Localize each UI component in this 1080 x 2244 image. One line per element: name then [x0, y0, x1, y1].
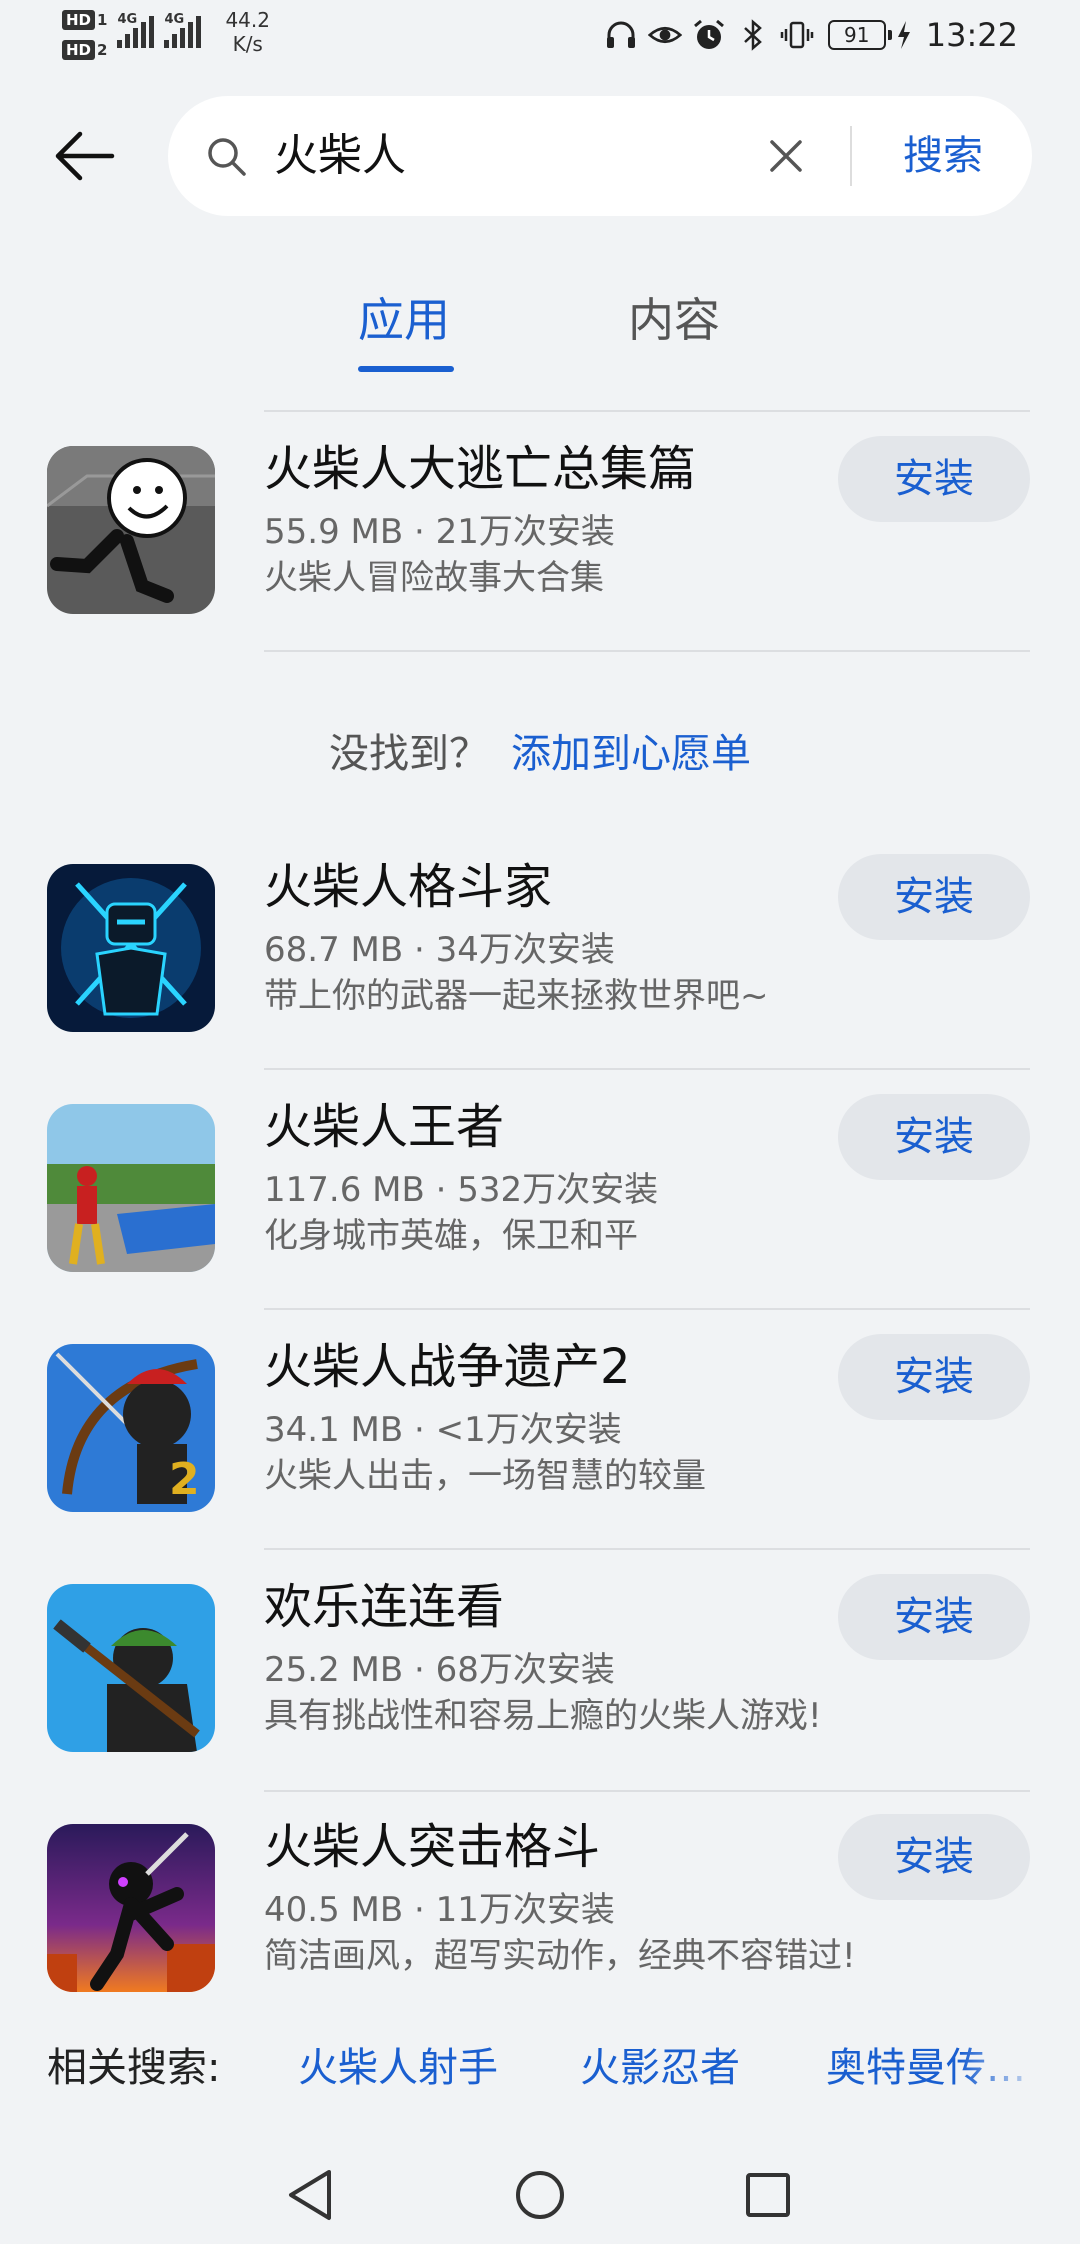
app-name[interactable]: 火柴人战争遗产2 — [264, 1336, 631, 1398]
system-navigation-bar — [0, 2150, 1080, 2244]
net1-label: 4G — [117, 12, 138, 27]
app-meta: 117.6 MB · 532万次安装 — [264, 1170, 659, 1210]
app-icon[interactable] — [47, 1584, 215, 1752]
battery-indicator: 91 — [827, 20, 892, 50]
svg-text:2: 2 — [169, 1454, 200, 1505]
status-right: 91 13:22 — [604, 16, 1018, 54]
sim1-indicator: HD 1 — [62, 10, 107, 30]
status-left: HD 1 HD 2 4G 4G 44.2 K/s — [62, 8, 270, 60]
install-button[interactable]: 安装 — [838, 1574, 1030, 1660]
related-searches-label: 相关搜索: — [47, 2045, 221, 2091]
not-found-text: 没找到？ — [329, 731, 489, 777]
alarm-icon — [692, 18, 726, 52]
hd2-badge: HD — [62, 40, 96, 60]
app-description: 化身城市英雄，保卫和平 — [264, 1216, 638, 1256]
app-description: 火柴人冒险故事大合集 — [264, 558, 604, 598]
search-box[interactable]: 火柴人 搜索 — [168, 96, 1032, 216]
app-name[interactable]: 火柴人突击格斗 — [264, 1816, 600, 1878]
install-button[interactable]: 安装 — [838, 854, 1030, 940]
nav-recents-button[interactable] — [733, 2160, 803, 2230]
wishlist-prompt: 没找到？ 添加到心愿单 — [0, 724, 1080, 784]
list-divider — [264, 1548, 1030, 1550]
recents-square-icon — [746, 2173, 790, 2217]
home-circle-icon — [516, 2171, 564, 2219]
list-divider — [264, 1068, 1030, 1070]
app-icon[interactable]: 2 — [47, 1344, 215, 1512]
app-meta: 34.1 MB · <1万次安装 — [264, 1410, 622, 1450]
app-meta: 40.5 MB · 11万次安装 — [264, 1890, 615, 1930]
vibrate-icon — [780, 18, 814, 52]
app-icon[interactable] — [47, 446, 215, 614]
app-name[interactable]: 欢乐连连看 — [264, 1576, 504, 1638]
back-triangle-icon — [289, 2170, 331, 2220]
app-name[interactable]: 火柴人王者 — [264, 1096, 504, 1158]
related-search-item[interactable]: 火影忍者 — [580, 2038, 740, 2098]
add-to-wishlist-link[interactable]: 添加到心愿单 — [511, 731, 751, 777]
network-speed-unit: K/s — [232, 32, 263, 56]
app-list-item[interactable]: 火柴人格斗家 68.7 MB · 34万次安装 带上你的武器一起来拯救世界吧~ … — [0, 852, 1080, 1042]
tab-content[interactable]: 内容 — [628, 290, 720, 350]
nav-back-button[interactable] — [275, 2160, 345, 2230]
list-divider — [264, 1790, 1030, 1792]
sim2-number: 2 — [97, 41, 108, 59]
sim-indicators: HD 1 HD 2 — [62, 10, 107, 60]
app-description: 火柴人出击，一场智慧的较量 — [264, 1456, 706, 1496]
search-icon — [208, 138, 246, 176]
search-divider — [850, 126, 852, 186]
app-meta: 55.9 MB · 21万次安装 — [264, 512, 615, 552]
net2-label: 4G — [164, 12, 185, 27]
scroll-fade — [960, 2034, 1080, 2104]
signal-1-icon: 4G — [117, 12, 155, 48]
app-list-item[interactable]: 火柴人突击格斗 40.5 MB · 11万次安装 简洁画风，超写实动作，经典不容… — [0, 1812, 1080, 2002]
related-search-item[interactable]: 火柴人射手 — [298, 2038, 498, 2098]
search-header: 火柴人 搜索 — [0, 96, 1080, 216]
sim2-indicator: HD 2 — [62, 40, 107, 60]
hd1-badge: HD — [62, 10, 96, 30]
app-icon[interactable] — [47, 864, 215, 1032]
list-divider — [264, 410, 1030, 412]
status-bar: HD 1 HD 2 4G 4G 44.2 K/s 91 13:22 — [0, 0, 1080, 80]
back-button[interactable] — [44, 116, 124, 196]
app-icon[interactable] — [47, 1824, 215, 1992]
nav-home-button[interactable] — [505, 2160, 575, 2230]
clock: 13:22 — [925, 16, 1018, 54]
install-button[interactable]: 安装 — [838, 1334, 1030, 1420]
install-button[interactable]: 安装 — [838, 436, 1030, 522]
search-input[interactable]: 火柴人 — [274, 126, 406, 186]
app-name[interactable]: 火柴人大逃亡总集篇 — [264, 438, 696, 500]
sim1-number: 1 — [97, 11, 108, 29]
related-searches: 相关搜索: 火柴人射手 火影忍者 奥特曼传… — [0, 2034, 1080, 2104]
app-list-item[interactable]: 欢乐连连看 25.2 MB · 68万次安装 具有挑战性和容易上瘾的火柴人游戏!… — [0, 1572, 1080, 1762]
result-tabs: 应用 内容 — [0, 290, 1080, 380]
install-button[interactable]: 安装 — [838, 1814, 1030, 1900]
eye-icon — [647, 18, 682, 52]
clear-search-icon[interactable] — [762, 132, 810, 180]
headphones-icon — [604, 18, 638, 52]
app-name[interactable]: 火柴人格斗家 — [264, 856, 552, 918]
app-list-item[interactable]: 2 火柴人战争遗产2 34.1 MB · <1万次安装 火柴人出击，一场智慧的较… — [0, 1332, 1080, 1522]
tab-active-indicator — [358, 366, 454, 372]
app-meta: 68.7 MB · 34万次安装 — [264, 930, 615, 970]
app-description: 简洁画风，超写实动作，经典不容错过! — [264, 1936, 856, 1976]
app-description: 具有挑战性和容易上瘾的火柴人游戏! — [264, 1696, 822, 1736]
signal-2-icon: 4G — [164, 12, 202, 48]
tab-apps[interactable]: 应用 — [358, 290, 450, 350]
back-arrow-icon — [55, 131, 115, 181]
app-list-item[interactable]: 火柴人王者 117.6 MB · 532万次安装 化身城市英雄，保卫和平 安装 — [0, 1092, 1080, 1282]
list-divider — [264, 650, 1030, 652]
app-meta: 25.2 MB · 68万次安装 — [264, 1650, 615, 1690]
bluetooth-icon — [736, 18, 770, 52]
charging-icon — [896, 18, 912, 52]
list-divider — [264, 1308, 1030, 1310]
app-description: 带上你的武器一起来拯救世界吧~ — [264, 976, 769, 1016]
search-button[interactable]: 搜索 — [868, 126, 1018, 186]
install-button[interactable]: 安装 — [838, 1094, 1030, 1180]
app-list-item[interactable]: 火柴人大逃亡总集篇 55.9 MB · 21万次安装 火柴人冒险故事大合集 安装 — [0, 434, 1080, 624]
app-icon[interactable] — [47, 1104, 215, 1272]
network-speed-value: 44.2 — [225, 8, 270, 32]
network-speed: 44.2 K/s — [225, 8, 270, 56]
